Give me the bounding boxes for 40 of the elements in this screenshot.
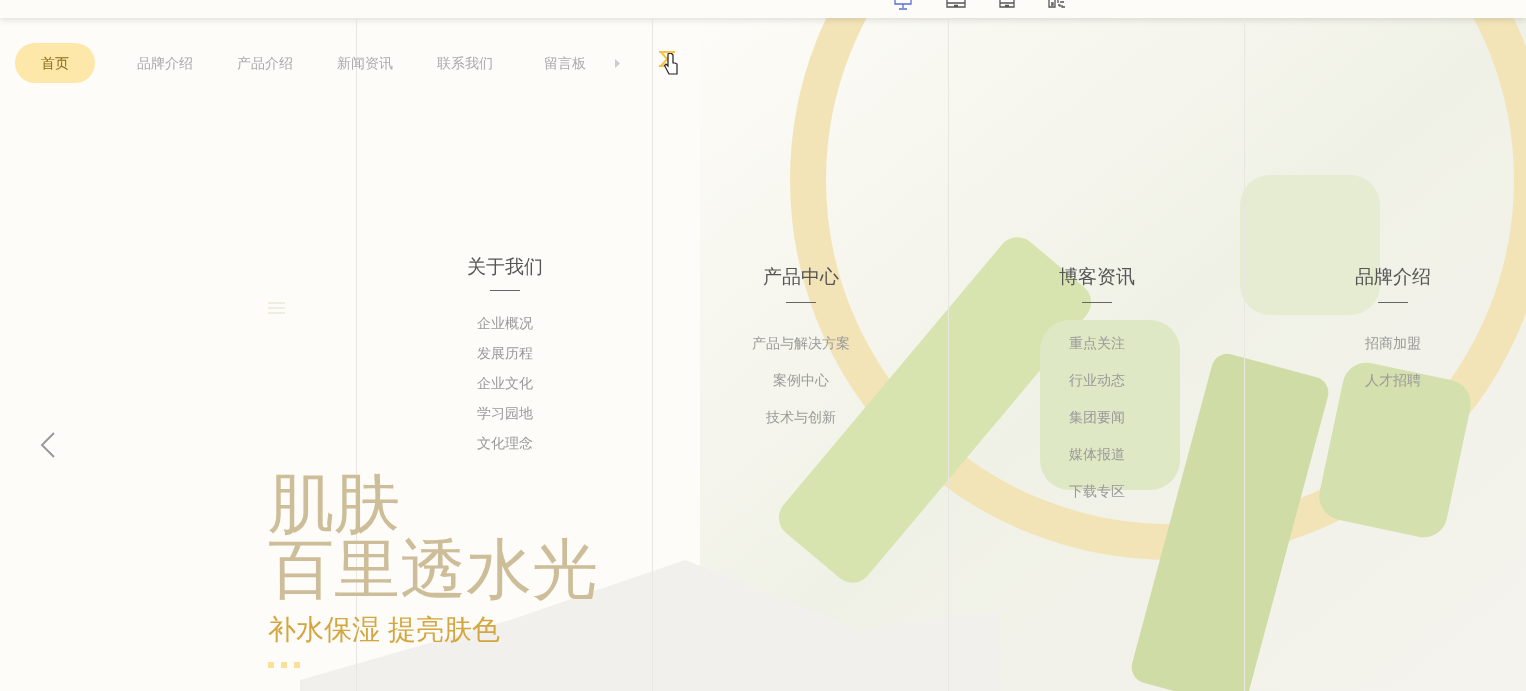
menu-link[interactable]: 集团要闻 <box>1068 407 1125 427</box>
monitor-icon[interactable] <box>892 0 913 10</box>
nav-link[interactable]: 产品介绍 <box>215 43 315 83</box>
menu-link[interactable]: 企业文化 <box>476 373 533 393</box>
menu-link[interactable]: 媒体报道 <box>1068 444 1125 464</box>
menu-link[interactable]: 发展历程 <box>476 343 533 363</box>
menu-link[interactable]: 下载专区 <box>1068 481 1125 501</box>
hero-subtitle: 补水保湿 提亮肤色 <box>268 613 500 647</box>
menu-link[interactable]: 企业概况 <box>476 313 533 333</box>
column-title[interactable]: 博客资讯 <box>1058 264 1135 290</box>
nav-link[interactable]: 留言板 <box>515 43 615 83</box>
menu-link[interactable]: 行业动态 <box>1068 370 1125 390</box>
hero-title: 肌肤 <box>268 470 400 536</box>
phone-icon[interactable] <box>998 0 1015 8</box>
close-icon[interactable] <box>658 51 676 67</box>
column-title[interactable]: 产品中心 <box>762 264 839 290</box>
hero-title: 百里透水光 <box>268 536 598 602</box>
menu-link[interactable]: 重点关注 <box>1068 333 1125 353</box>
qr-code-icon[interactable] <box>1047 0 1066 8</box>
title-underline <box>1377 302 1408 303</box>
title-underline <box>489 290 520 291</box>
menu-link[interactable]: 案例中心 <box>772 370 829 390</box>
tablet-icon[interactable] <box>945 0 966 8</box>
nav-link[interactable]: 新闻资讯 <box>315 43 415 83</box>
column-title[interactable]: 关于我们 <box>466 254 543 280</box>
menu-link[interactable]: 学习园地 <box>476 403 533 423</box>
menu-link[interactable]: 文化理念 <box>476 433 533 453</box>
menu-link[interactable]: 人才招聘 <box>1364 370 1421 390</box>
chevron-left-icon[interactable] <box>40 432 56 458</box>
nav-link[interactable]: 联系我们 <box>415 43 515 83</box>
nav-link[interactable]: 首页 <box>15 43 95 83</box>
menu-link[interactable]: 产品与解决方案 <box>751 333 850 353</box>
menu-link[interactable]: 招商加盟 <box>1364 333 1421 353</box>
nav-link[interactable]: 品牌介绍 <box>115 43 215 83</box>
dots-icon <box>268 662 300 668</box>
title-underline <box>1081 302 1112 303</box>
menu-link[interactable]: 技术与创新 <box>765 407 836 427</box>
hand-cursor-icon <box>664 53 678 75</box>
title-underline <box>785 302 816 303</box>
column-title[interactable]: 品牌介绍 <box>1354 264 1431 290</box>
